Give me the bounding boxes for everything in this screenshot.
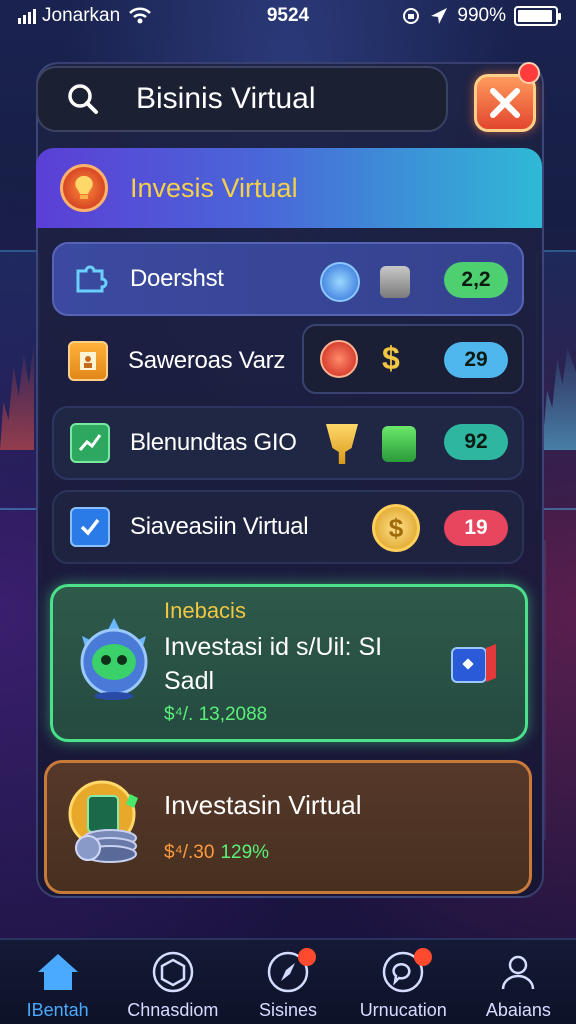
nav-label: Chnasdiom	[127, 1000, 219, 1020]
section-title: Invesis Virtual	[130, 172, 298, 203]
investment-percent: 129%	[220, 842, 270, 863]
gem-icon	[382, 426, 416, 462]
list-item-label: Doershst	[130, 265, 224, 292]
nav-item-collection[interactable]: Chnasdiom	[115, 940, 230, 1024]
rotation-lock-icon	[403, 8, 420, 24]
featured-amount: $⁴/. 13,2088	[164, 704, 268, 725]
wifi-icon	[129, 7, 152, 24]
status-badge: 2,2	[444, 262, 508, 298]
lightbulb-icon	[60, 164, 108, 212]
background-screen-left	[0, 250, 40, 510]
puzzle-icon	[70, 259, 110, 299]
nav-item-communication[interactable]: Urnucation	[346, 940, 461, 1024]
nav-label: Sisines	[258, 1000, 318, 1020]
nav-item-business[interactable]: Sisines	[230, 940, 345, 1024]
status-badge: 29	[444, 342, 508, 378]
user-icon	[496, 950, 540, 994]
alarm-icon	[320, 340, 358, 378]
signal-icon	[18, 8, 36, 24]
nav-badge	[413, 948, 432, 966]
list-item-label: Saweroas Varz	[128, 347, 286, 374]
bottom-navigation: IBentah Chnasdiom Sisines Urnucation Aba…	[0, 938, 576, 1024]
portrait-icon	[68, 341, 108, 381]
nav-label: IBentah	[26, 1000, 89, 1020]
battery-icon	[514, 6, 561, 26]
status-badge: 19	[444, 510, 508, 546]
close-icon	[490, 88, 520, 118]
search-bar[interactable]	[36, 66, 448, 132]
coins-icon	[68, 780, 138, 863]
section-header: Invesis Virtual	[36, 148, 542, 228]
carrier-name: Jonarkan	[42, 5, 121, 26]
battery-percent: 990%	[457, 5, 506, 26]
tools-icon	[380, 266, 410, 298]
nav-label: Urnucation	[359, 1000, 447, 1020]
chart-icon	[70, 423, 110, 463]
robot-icon	[80, 618, 148, 700]
bulb-badge-icon	[320, 262, 360, 302]
featured-title: Investasi id s/Uil: SI Sadl	[164, 633, 383, 695]
nav-item-home[interactable]: IBentah	[0, 940, 115, 1024]
featured-kicker: Inebacis	[164, 598, 246, 623]
cube-icon	[151, 950, 195, 994]
status-bar: Jonarkan 9524 990%	[0, 0, 576, 32]
list-item-label: Siaveasiin Virtual	[130, 513, 309, 540]
nav-item-profile[interactable]: Abaians	[461, 940, 576, 1024]
coin-icon: $	[372, 504, 420, 552]
cube-icon	[451, 644, 496, 683]
location-icon	[431, 8, 448, 24]
search-input[interactable]	[136, 82, 436, 116]
nav-badge	[298, 948, 317, 966]
list-item-label: Blenundtas GIO	[130, 429, 297, 456]
dollar-icon: $	[382, 340, 400, 376]
search-icon	[68, 84, 98, 114]
home-icon	[36, 950, 80, 994]
status-time: 9524	[266, 5, 310, 26]
notification-dot	[518, 62, 540, 84]
investment-amount: $⁴/.30 129%	[164, 842, 269, 864]
status-badge: 92	[444, 424, 508, 460]
investment-amount-value: $⁴/.30	[164, 842, 215, 863]
investment-title: Investasin Virtual	[164, 790, 362, 820]
checkbox-icon	[70, 507, 110, 547]
nav-label: Abaians	[485, 1000, 551, 1020]
